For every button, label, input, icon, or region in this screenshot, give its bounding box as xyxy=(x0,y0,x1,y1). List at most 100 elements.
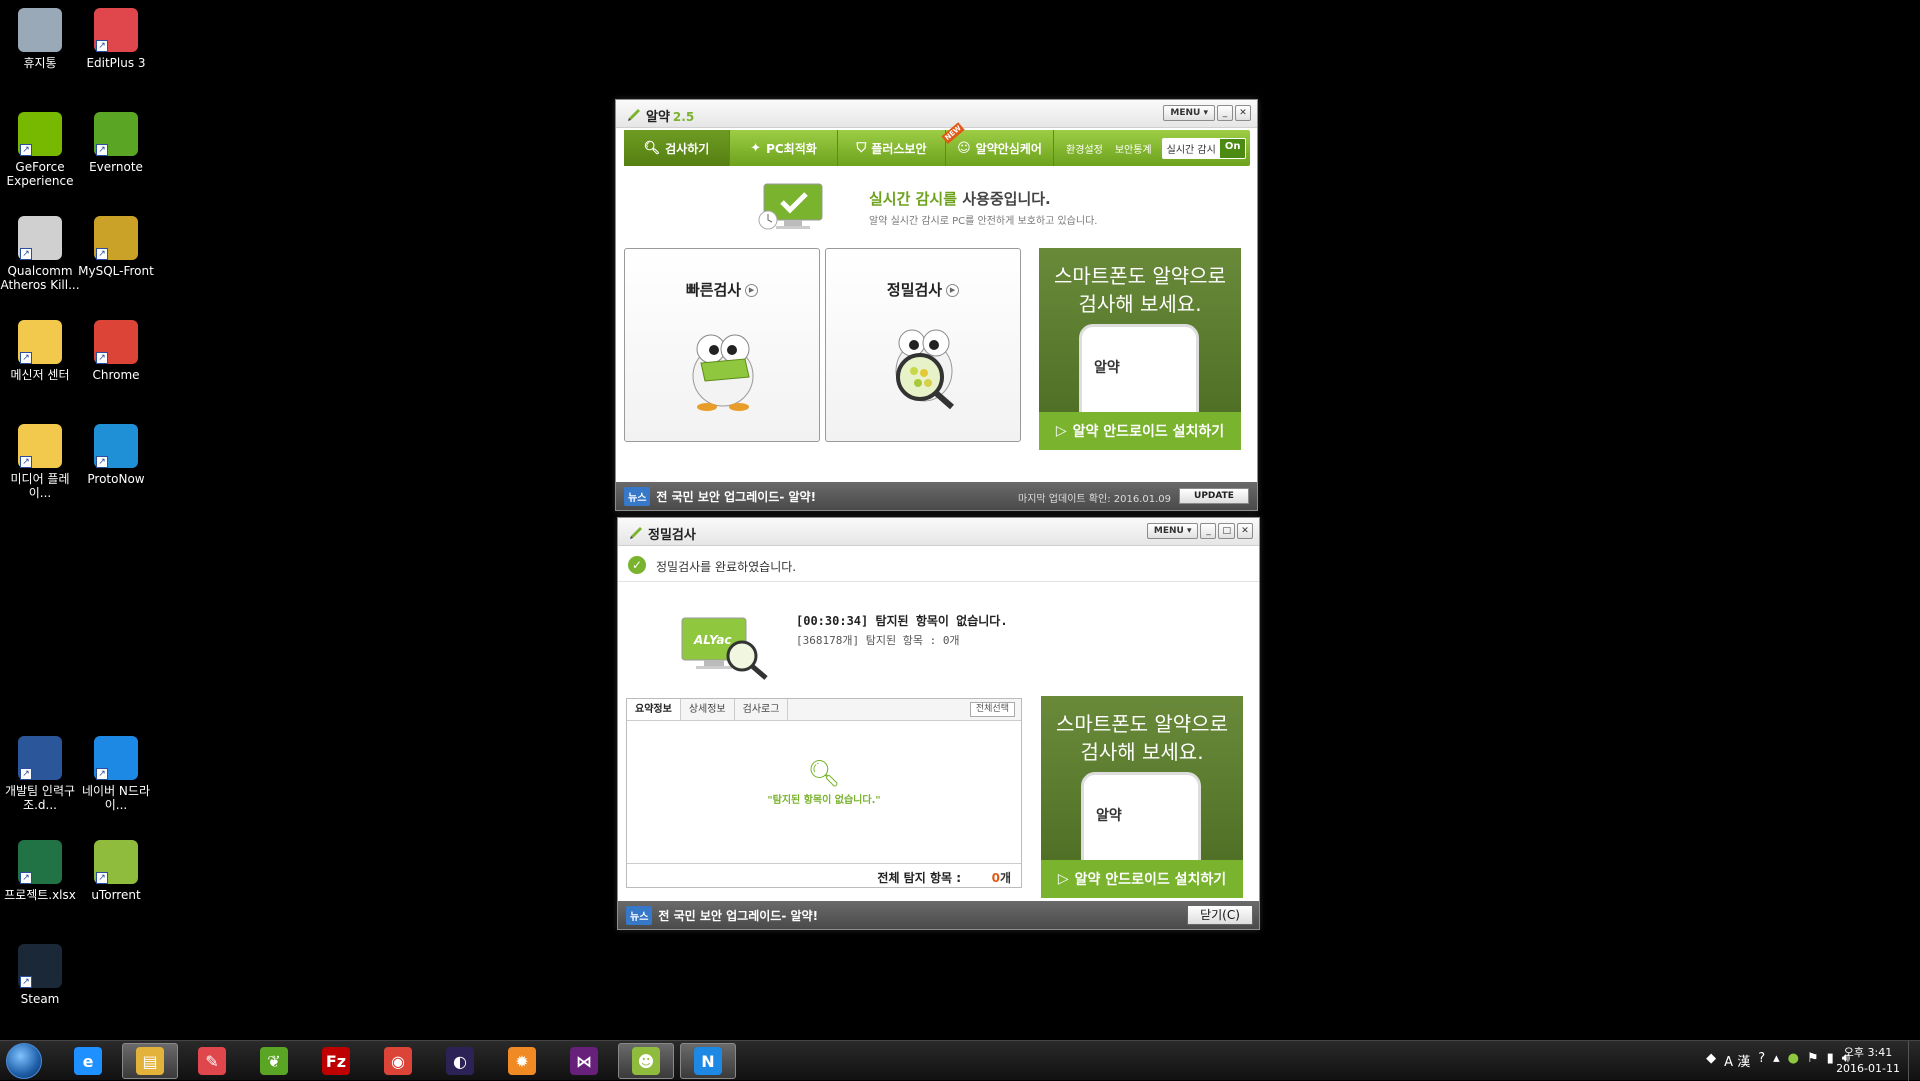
desktop-icon[interactable]: ↗ Qualcomm Atheros Kill... xyxy=(0,212,80,292)
steam-icon: ↗ xyxy=(18,944,62,988)
show-hidden-icons[interactable]: ▴ xyxy=(1773,1051,1780,1070)
desktop-icon-label: uTorrent xyxy=(91,888,141,902)
news-text[interactable]: 전 국민 보안 업그레이드- 알약! xyxy=(658,907,818,924)
visual-studio-icon: ⋈ xyxy=(570,1047,598,1075)
news-footer: 뉴스 전 국민 보안 업그레이드- 알약! 마지막 업데이트 확인: 2016.… xyxy=(616,482,1257,510)
media-player-icon: ↗ xyxy=(18,424,62,468)
start-button[interactable] xyxy=(6,1043,42,1079)
ad-text: 스마트폰도 알약으로 검사해 보세요. xyxy=(1056,712,1228,764)
desktop-icon-label: 네이버 N드라이... xyxy=(82,784,150,812)
taskbar-app-button[interactable]: ☻ xyxy=(618,1043,674,1079)
help-icon[interactable]: ? xyxy=(1758,1051,1765,1070)
taskbar-app-button[interactable]: ◉ xyxy=(370,1043,426,1079)
ad-text: 스마트폰도 알약으로 검사해 보세요. xyxy=(1054,264,1226,316)
flag-icon[interactable]: ⚑ xyxy=(1807,1051,1819,1070)
desktop-icon[interactable]: ↗ 미디어 플레이... xyxy=(0,420,80,500)
ime-indicator[interactable]: A 漢 xyxy=(1724,1051,1750,1070)
check-icon: ✓ xyxy=(628,556,646,574)
desktop-icon[interactable]: ↗ Chrome xyxy=(76,316,156,382)
shortcut-arrow-icon: ↗ xyxy=(20,976,32,988)
show-desktop-button[interactable] xyxy=(1908,1041,1920,1081)
news-text[interactable]: 전 국민 보안 업그레이드- 알약! xyxy=(656,488,816,505)
last-update-text: 마지막 업데이트 확인: 2016.01.09 xyxy=(1018,494,1171,505)
tab-pc-optimize[interactable]: ✦ PC최적화 xyxy=(730,130,838,166)
minimize-button[interactable]: _ xyxy=(1217,105,1233,121)
power-icon[interactable]: ▮ xyxy=(1827,1051,1834,1070)
desktop-icon[interactable]: ↗ ProtoNow xyxy=(76,420,156,486)
desktop-icon-label: 휴지통 xyxy=(23,56,57,70)
stats-link[interactable]: 보안통계 xyxy=(1115,141,1152,156)
desktop-icon[interactable]: ↗ EditPlus 3 xyxy=(76,4,156,70)
taskbar-app-button[interactable]: N xyxy=(680,1043,736,1079)
desktop-icon[interactable]: 휴지통 xyxy=(0,4,80,70)
tab-summary[interactable]: 요약정보 xyxy=(627,699,681,720)
tab-log[interactable]: 검사로그 xyxy=(735,699,789,720)
android-ad-banner[interactable]: 스마트폰도 알약으로 검사해 보세요. 알약 ▷ 알약 안드로이드 설치하기 xyxy=(1041,696,1243,898)
realtime-toggle[interactable]: 실시간 감시 On xyxy=(1161,137,1247,159)
tab-safe-care[interactable]: NEW ☺ 알약안심케어 xyxy=(941,121,1054,166)
chrome-icon: ↗ xyxy=(94,320,138,364)
total-label: 전체 탐지 항목 : xyxy=(877,871,961,885)
desktop-icon[interactable]: ↗ 네이버 N드라이... xyxy=(76,732,156,812)
taskbar-app-button[interactable]: ⋈ xyxy=(556,1043,612,1079)
close-button[interactable]: ✕ xyxy=(1235,105,1251,121)
clock-time: 오후 3:41 xyxy=(1843,1046,1893,1059)
excel-icon: ↗ xyxy=(18,840,62,884)
eclipse-icon: ◐ xyxy=(446,1047,474,1075)
desktop-icon[interactable]: ↗ 개발팀 인력구조.d... xyxy=(0,732,80,812)
tab-detail[interactable]: 상세정보 xyxy=(681,699,735,720)
nvidia-icon: ↗ xyxy=(18,112,62,156)
desktop-icon-label: MySQL-Front xyxy=(78,264,154,278)
chrome-icon: ◉ xyxy=(384,1047,412,1075)
taskbar-app-button[interactable]: e xyxy=(60,1043,116,1079)
desktop-icon[interactable]: ↗ Evernote xyxy=(76,108,156,174)
desktop-icon[interactable]: ↗ MySQL-Front xyxy=(76,212,156,278)
taskbar-app-button[interactable]: Fz xyxy=(308,1043,364,1079)
play-icon: ▷ xyxy=(1057,871,1069,887)
taskbar-app-button[interactable]: ◐ xyxy=(432,1043,488,1079)
title-bar[interactable]: 정밀검사 MENU ▾ _ □ ✕ xyxy=(618,518,1259,546)
install-android-button[interactable]: ▷ 알약 안드로이드 설치하기 xyxy=(1041,860,1243,898)
desktop-icon[interactable]: ↗ uTorrent xyxy=(76,836,156,902)
news-footer: 뉴스 전 국민 보안 업그레이드- 알약! 닫기(C) xyxy=(618,901,1259,929)
close-button[interactable]: ✕ xyxy=(1237,523,1253,539)
quick-scan-card[interactable]: 빠른검사 ▶ xyxy=(624,248,820,442)
editplus-icon: ↗ xyxy=(94,8,138,52)
install-android-button[interactable]: ▷ 알약 안드로이드 설치하기 xyxy=(1039,412,1241,450)
evernote-icon: ↗ xyxy=(94,112,138,156)
menu-button[interactable]: MENU ▾ xyxy=(1163,105,1215,121)
minimize-button[interactable]: _ xyxy=(1200,523,1217,539)
desktop-icon[interactable]: ↗ 프로젝트.xlsx xyxy=(0,836,80,902)
result-count: [368178개] 탐지된 항목 : 0개 xyxy=(796,634,960,647)
filezilla-icon: Fz xyxy=(322,1047,350,1075)
network-icon[interactable]: ◆ xyxy=(1706,1051,1716,1070)
taskbar-app-button[interactable]: ✎ xyxy=(184,1043,240,1079)
tab-plus-security[interactable]: ⛉ 플러스보안 xyxy=(838,130,946,166)
shortcut-arrow-icon: ↗ xyxy=(20,352,32,364)
taskbar-app-button[interactable]: ❦ xyxy=(246,1043,302,1079)
close-dialog-button[interactable]: 닫기(C) xyxy=(1187,905,1253,925)
select-all-button[interactable]: 전체선택 xyxy=(969,702,1015,717)
desktop-icon[interactable]: ↗ GeForce Experience xyxy=(0,108,80,188)
desktop-icon[interactable]: ↗ Steam xyxy=(0,940,80,1006)
title-bar[interactable]: 알약 2.5 MENU ▾ _ ✕ xyxy=(616,100,1257,128)
alyac-monitor-icon: ALYac xyxy=(681,617,768,680)
menu-button[interactable]: MENU ▾ xyxy=(1146,523,1199,539)
deep-scan-card[interactable]: 정밀검사 ▶ xyxy=(825,248,1021,442)
desktop-icon[interactable]: ↗ 메신저 센터 xyxy=(0,316,80,382)
alyac-tray-icon[interactable]: ● xyxy=(1788,1051,1799,1070)
shortcut-arrow-icon: ↗ xyxy=(20,144,32,156)
clock[interactable]: 오후 3:41 2016-01-11 xyxy=(1836,1045,1900,1077)
play-icon: ▷ xyxy=(1055,423,1067,439)
play-icon: ▶ xyxy=(946,284,960,297)
shortcut-arrow-icon: ↗ xyxy=(96,768,108,780)
android-ad-banner[interactable]: 스마트폰도 알약으로 검사해 보세요. 알약 ▷ 알약 안드로이드 설치하기 xyxy=(1039,248,1241,450)
empty-result-text: "탐지된 항목이 없습니다." xyxy=(767,795,881,806)
maximize-button[interactable]: □ xyxy=(1218,523,1235,539)
update-button[interactable]: UPDATE xyxy=(1179,488,1249,504)
tab-scan[interactable]: 🔍︎ 검사하기 xyxy=(624,130,730,166)
settings-link[interactable]: 환경설정 xyxy=(1066,141,1103,156)
taskbar-app-button[interactable]: ✹ xyxy=(494,1043,550,1079)
taskbar-app-button[interactable]: ▤ xyxy=(122,1043,178,1079)
alyac-logo-icon xyxy=(628,109,640,121)
